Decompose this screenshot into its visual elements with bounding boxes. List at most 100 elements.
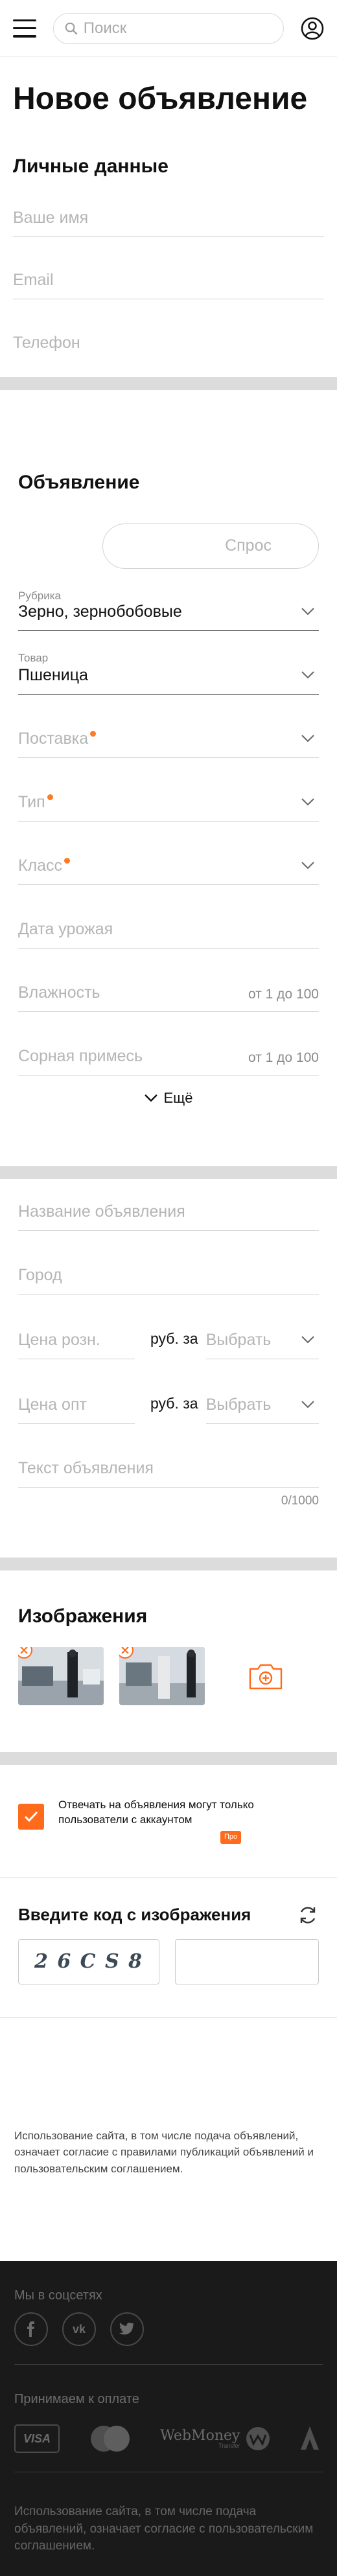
menu-icon[interactable] [13,19,36,38]
phone-field[interactable]: Телефон [13,299,324,362]
consent-checkbox[interactable] [18,1803,44,1830]
refresh-icon[interactable] [297,1904,319,1926]
retail-price-row: Цена розн. руб. за Выбрать [18,1294,319,1359]
ad-name-placeholder: Название объявления [18,1202,185,1221]
ad-section: Объявление Спрос Рубрика Зерно, зернобоб… [0,390,337,1121]
twitter-icon[interactable] [110,2312,144,2346]
wholesale-price-field[interactable]: Цена опт [18,1377,135,1424]
chevron-down-icon [145,1094,158,1102]
weed-placeholder: Сорная примесь [18,1046,143,1065]
captcha-section: Введите код с изображения 2 6 C S 8 [0,1878,337,1984]
facebook-icon[interactable] [14,2312,48,2346]
images-section: Изображения [0,1570,337,1705]
ad-name-field[interactable]: Название объявления [18,1179,319,1231]
captcha-image: 2 6 C S 8 [18,1938,159,1984]
ad-text-field[interactable]: Текст объявления [18,1424,319,1488]
more-label: Ещё [163,1089,193,1106]
divider [0,1751,337,1765]
email-field[interactable]: Email [13,237,324,299]
user-icon[interactable] [301,17,324,40]
visa-logo: VISA [14,2424,60,2453]
payment-title: Принимаем к оплате [14,2392,139,2406]
product-select[interactable]: Товар Пшеница [18,631,319,695]
search-icon [65,22,78,34]
personal-title: Личные данные [13,155,168,177]
city-field[interactable]: Город [18,1231,319,1294]
footer: Мы в соцсетях vk Принимаем к оплате VISA… [0,2261,337,2576]
chevron-down-icon [301,734,314,742]
phone-placeholder: Телефон [13,333,80,352]
email-placeholder: Email [13,270,54,289]
rubric-value: Зерно, зернобобовые [18,602,182,621]
search-box[interactable] [53,12,284,44]
type-placeholder: Тип [18,792,45,811]
retail-unit: руб. за [150,1329,198,1347]
required-dot [90,730,97,737]
name-placeholder: Ваше имя [13,208,89,227]
more-button[interactable]: Ещё [18,1075,319,1121]
harvest-placeholder: Дата урожая [18,919,113,938]
image-thumb[interactable] [119,1646,205,1705]
divider [0,1557,337,1570]
consent-text: Отвечать на объявления могут только поль… [58,1798,254,1826]
humidity-field[interactable]: Влажность от 1 до 100 [18,949,319,1012]
chevron-down-icon [301,671,314,679]
vk-icon[interactable]: vk [62,2312,96,2346]
product-label: Товар [18,651,49,664]
type-select[interactable]: Тип [18,758,319,822]
personal-section: Личные данные Ваше имя Email Телефон [0,118,337,362]
sberbank-logo [301,2426,319,2450]
consent-text-block: Отвечать на объявления могут только поль… [58,1797,319,1844]
retail-placeholder: Цена розн. [18,1330,100,1349]
rubric-label: Рубрика [18,589,61,602]
rubric-select[interactable]: Рубрика Зерно, зернобобовые [18,569,319,631]
details-section: Название объявления Город Цена розн. руб… [0,1179,337,1508]
chevron-down-icon [301,1335,314,1344]
check-icon [24,1811,38,1822]
supply-select[interactable]: Поставка [18,695,319,758]
required-dot [64,857,71,864]
delete-image-icon[interactable] [18,1646,34,1660]
page-title: Новое объявление [13,82,308,116]
chevron-down-icon [301,1400,314,1409]
consent-row: Отвечать на объявления могут только поль… [0,1765,337,1844]
humidity-hint: от 1 до 100 [248,986,319,1002]
name-field[interactable]: Ваше имя [13,178,324,237]
divider [0,1166,337,1179]
weed-hint: от 1 до 100 [248,1050,319,1065]
search-input[interactable] [83,19,273,38]
chevron-down-icon [301,607,314,615]
weed-field[interactable]: Сорная примесь от 1 до 100 [18,1012,319,1075]
class-select[interactable]: Класс [18,822,319,885]
social-links: vk [14,2312,323,2346]
webmoney-globe-icon [246,2427,270,2450]
webmoney-logo: WebMoney Transfer [160,2426,271,2452]
harvest-date-field[interactable]: Дата урожая [18,885,319,949]
wholesale-unit-select[interactable]: Выбрать [205,1377,319,1424]
chevron-down-icon [301,861,314,869]
retail-price-field[interactable]: Цена розн. [18,1313,135,1359]
mastercard-logo [90,2426,130,2452]
captcha-input[interactable] [175,1938,319,1984]
wholesale-price-row: Цена опт руб. за Выбрать [18,1359,319,1424]
captcha-code: 2 6 C S 8 [34,1950,143,1973]
retail-unit-select[interactable]: Выбрать [205,1313,319,1359]
demand-toggle[interactable]: Спрос [102,523,319,569]
delete-image-icon[interactable] [119,1646,135,1660]
humidity-placeholder: Влажность [18,983,100,1002]
images-title: Изображения [18,1605,148,1627]
webmoney-sub: Transfer [218,2442,240,2449]
social-title: Мы в соцсетях [14,2288,102,2303]
terms-text: Использование сайта, в том числе подача … [14,2129,314,2175]
visa-label: VISA [23,2432,51,2445]
image-thumb[interactable] [18,1646,104,1705]
wholesale-select-placeholder: Выбрать [205,1395,272,1414]
payment-methods: VISA WebMoney Transfer [14,2424,323,2454]
wholesale-unit: руб. за [150,1394,198,1412]
retail-select-placeholder: Выбрать [205,1330,272,1349]
add-photo-icon[interactable] [246,1660,285,1692]
city-placeholder: Город [18,1265,62,1284]
top-header [0,0,337,57]
wholesale-placeholder: Цена опт [18,1395,87,1414]
footer-bottom-text: Использование сайта, в том числе подача … [14,2505,314,2553]
